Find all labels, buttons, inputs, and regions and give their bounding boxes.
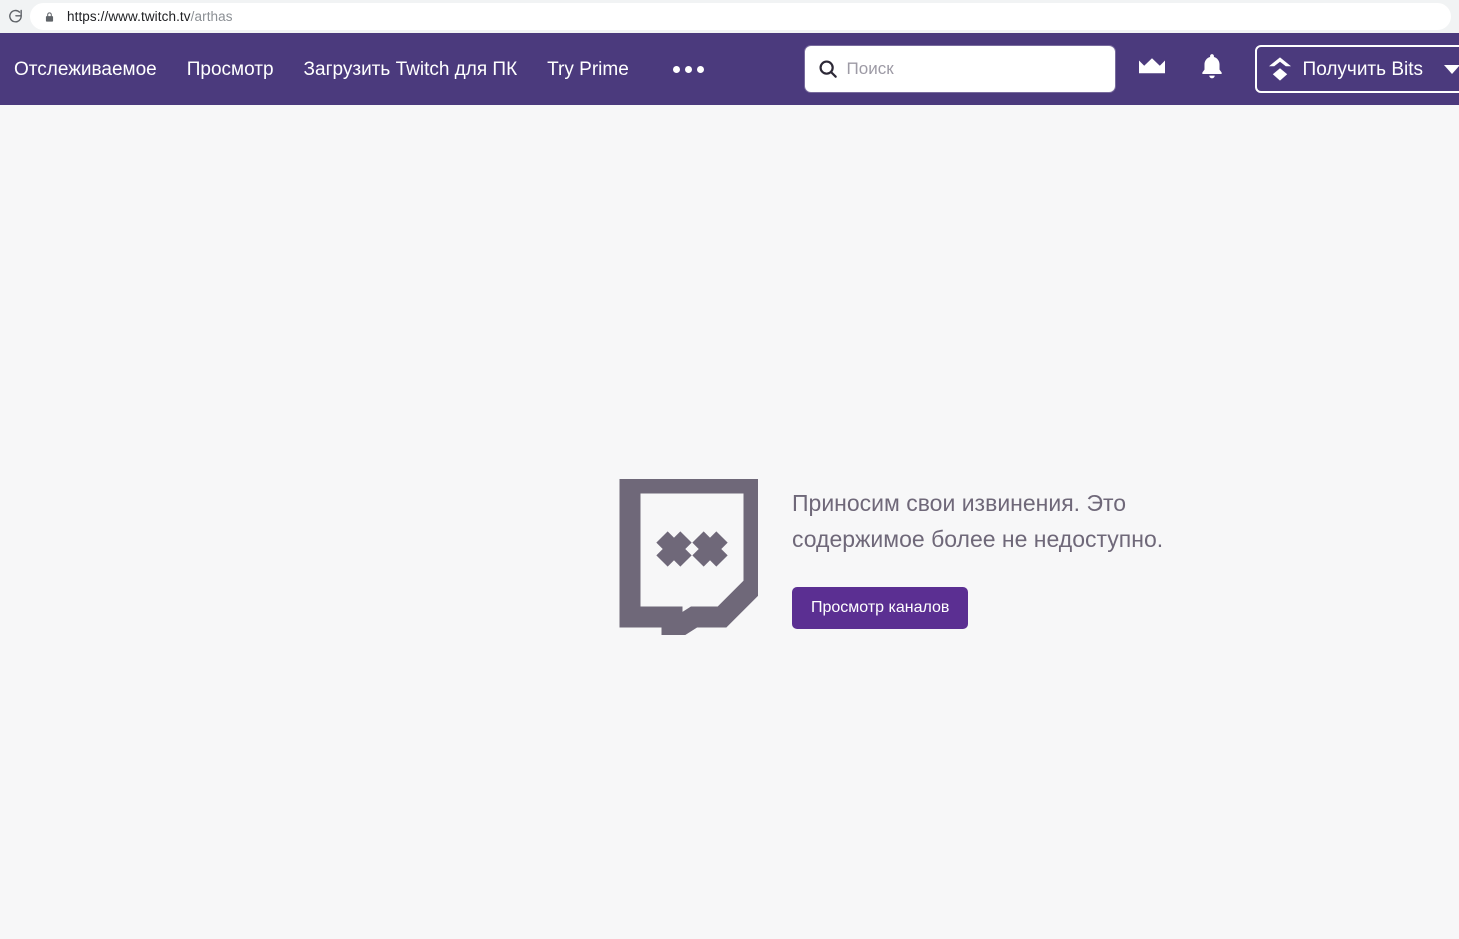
nav-link-download[interactable]: Загрузить Twitch для ПК [304, 60, 518, 79]
browser-chrome: https://www.twitch.tv/arthas [0, 0, 1459, 33]
twitch-top-nav: Отслеживаемое Просмотр Загрузить Twitch … [0, 33, 1459, 105]
url-path: /arthas [190, 9, 233, 24]
get-bits-button[interactable]: Получить Bits [1254, 45, 1459, 93]
error-text-group: Приносим свои извинения. Это содержимое … [792, 475, 1212, 629]
bell-icon [1200, 53, 1224, 85]
more-dot [684, 65, 692, 73]
reload-button[interactable] [0, 2, 30, 32]
main-content: Приносим свои извинения. Это содержимое … [0, 105, 1459, 939]
nav-link-following[interactable]: Отслеживаемое [14, 60, 157, 79]
nav-link-browse[interactable]: Просмотр [187, 60, 274, 79]
more-menu-icon[interactable] [672, 65, 704, 73]
chevron-down-icon [1443, 63, 1459, 75]
search-box[interactable] [804, 46, 1115, 92]
content-unavailable-block: Приносим свои извинения. Это содержимое … [610, 472, 1212, 651]
nav-link-try-prime[interactable]: Try Prime [547, 60, 629, 79]
crown-icon [1138, 56, 1166, 83]
url-text: https://www.twitch.tv/arthas [67, 9, 233, 24]
error-message: Приносим свои извинения. Это содержимое … [792, 490, 1164, 552]
nav-links: Отслеживаемое Просмотр Загрузить Twitch … [0, 33, 704, 105]
search-icon [817, 58, 839, 80]
notifications-button[interactable] [1189, 46, 1235, 92]
address-bar[interactable]: https://www.twitch.tv/arthas [30, 3, 1451, 30]
url-domain: https://www.twitch.tv [67, 9, 191, 24]
prime-loot-button[interactable] [1129, 46, 1175, 92]
more-dot [696, 65, 704, 73]
get-bits-label: Получить Bits [1302, 58, 1423, 80]
bits-icon [1267, 55, 1293, 83]
reload-icon [7, 8, 24, 25]
twitch-glitch-dead-icon [610, 472, 765, 651]
nav-right-group: Получить Bits [804, 33, 1459, 105]
lock-icon [42, 9, 56, 25]
more-dot [672, 65, 680, 73]
search-input[interactable] [846, 59, 1087, 79]
browse-channels-button[interactable]: Просмотр каналов [792, 587, 969, 629]
